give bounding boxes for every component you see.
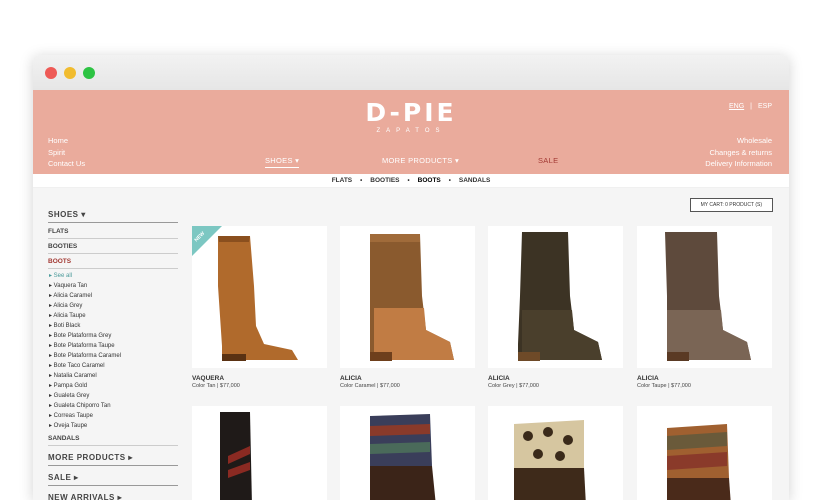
product-name[interactable]: ALICIA [637, 375, 659, 382]
sidebar-item[interactable]: ▸ Oveja Taupe [48, 421, 178, 431]
product-name[interactable]: VAQUERA [192, 375, 224, 382]
sidebar-item[interactable]: ▸ Pampa Gold [48, 381, 178, 391]
sidebar-cat-booties[interactable]: BOOTIES [48, 241, 178, 254]
title-bar [33, 55, 789, 90]
lang-esp[interactable]: ESP [758, 103, 772, 110]
subnav-flats[interactable]: FLATS [332, 177, 352, 184]
product-meta: Color Taupe | $77,000 [637, 383, 691, 389]
nav-home[interactable]: Home [48, 135, 85, 147]
nav-right: Wholesale Changes & returns Delivery Inf… [705, 135, 772, 170]
minimize-dot-icon[interactable] [64, 66, 76, 79]
subnav-boots[interactable]: BOOTS [418, 177, 441, 184]
product-card[interactable] [488, 226, 623, 368]
product-meta: Color Grey | $77,000 [488, 383, 539, 389]
sidebar-sale[interactable]: SALE ▸ [48, 469, 178, 486]
sidebar-item[interactable]: ▸ Correas Taupe [48, 411, 178, 421]
main-content: SHOES ▾ FLATS BOOTIES BOOTS ▸ See all ▸ … [33, 188, 789, 500]
boot-image [518, 232, 602, 361]
sidebar-cat-boots[interactable]: BOOTS [48, 256, 178, 269]
sidebar-item[interactable]: ▸ Gualeta Grey [48, 391, 178, 401]
product-card[interactable] [637, 226, 772, 368]
sidebar-item[interactable]: ▸ Natalia Caramel [48, 371, 178, 381]
lang-separator: | [750, 103, 752, 110]
nav-spirit[interactable]: Spirit [48, 147, 85, 159]
site-header: D-PIE ZAPATOS ENG | ESP Home Spirit Cont… [33, 90, 789, 174]
nav-wholesale[interactable]: Wholesale [705, 135, 772, 147]
sub-nav: FLATS • BOOTIES • BOOTS • SANDALS [33, 174, 789, 188]
nav-contact[interactable]: Contact Us [48, 158, 85, 170]
sidebar-item[interactable]: ▸ Bote Plataforma Grey [48, 331, 178, 341]
close-dot-icon[interactable] [45, 66, 57, 79]
nav-delivery[interactable]: Delivery Information [705, 158, 772, 170]
sidebar-item[interactable]: ▸ Alicia Grey [48, 301, 178, 311]
maximize-dot-icon[interactable] [83, 66, 95, 79]
boot-image [220, 412, 252, 500]
sidebar-cat-sandals[interactable]: SANDALS [48, 433, 178, 446]
sidebar-more-products[interactable]: MORE PRODUCTS ▸ [48, 449, 178, 466]
sidebar-item[interactable]: ▸ Gualeta Chiporro Tan [48, 401, 178, 411]
product-meta: Color Caramel | $77,000 [340, 383, 400, 389]
browser-window: D-PIE ZAPATOS ENG | ESP Home Spirit Cont… [33, 55, 789, 500]
sidebar-item[interactable]: ▸ Boti Black [48, 321, 178, 331]
logo-sub-text: ZAPATOS [376, 128, 446, 134]
sidebar-item[interactable]: ▸ Vaquera Tan [48, 281, 178, 291]
boot-image [370, 414, 436, 500]
cart-button[interactable]: MY CART: 0 PRODUCT (S) [689, 198, 773, 212]
product-name[interactable]: ALICIA [340, 375, 362, 382]
logo[interactable]: D-PIE ZAPATOS [33, 98, 789, 135]
nav-shoes[interactable]: SHOES ▾ [265, 156, 300, 168]
sidebar-cat-flats[interactable]: FLATS [48, 226, 178, 239]
lang-eng[interactable]: ENG [729, 103, 744, 110]
boot-image [667, 424, 731, 500]
subnav-dot: • [448, 177, 451, 184]
sidebar-item[interactable]: ▸ Alicia Taupe [48, 311, 178, 321]
product-card[interactable]: NEW [192, 226, 327, 368]
product-card[interactable] [637, 406, 772, 500]
sidebar-item[interactable]: ▸ Alicia Caramel [48, 291, 178, 301]
subnav-dot: • [360, 177, 363, 184]
nav-sale[interactable]: SALE [538, 156, 558, 165]
boot-image [665, 232, 751, 361]
product-meta: Color Tan | $77,000 [192, 383, 240, 389]
nav-changes[interactable]: Changes & returns [705, 147, 772, 159]
subnav-sandals[interactable]: SANDALS [459, 177, 490, 184]
product-card[interactable] [488, 406, 623, 500]
sidebar-item[interactable]: ▸ Bote Plataforma Caramel [48, 351, 178, 361]
language-switch: ENG | ESP [729, 103, 772, 110]
product-name[interactable]: ALICIA [488, 375, 510, 382]
product-card[interactable] [340, 226, 475, 368]
boot-image [514, 420, 586, 500]
boot-image [370, 234, 454, 361]
sidebar-heading-shoes[interactable]: SHOES ▾ [48, 210, 178, 223]
sidebar: SHOES ▾ FLATS BOOTIES BOOTS ▸ See all ▸ … [48, 210, 178, 500]
subnav-booties[interactable]: BOOTIES [370, 177, 399, 184]
nav-left: Home Spirit Contact Us [48, 135, 85, 170]
sidebar-item[interactable]: ▸ See all [48, 271, 178, 281]
sidebar-item[interactable]: ▸ Bote Taco Caramel [48, 361, 178, 371]
subnav-dot: • [407, 177, 410, 184]
new-badge: NEW [192, 226, 222, 256]
sidebar-item[interactable]: ▸ Bote Plataforma Taupe [48, 341, 178, 351]
nav-more-products[interactable]: MORE PRODUCTS ▾ [382, 156, 459, 165]
product-card[interactable] [192, 406, 327, 500]
logo-main-text: D-PIE [365, 98, 457, 127]
sidebar-new-arrivals[interactable]: NEW ARRIVALS ▸ [48, 489, 178, 500]
product-card[interactable] [340, 406, 475, 500]
